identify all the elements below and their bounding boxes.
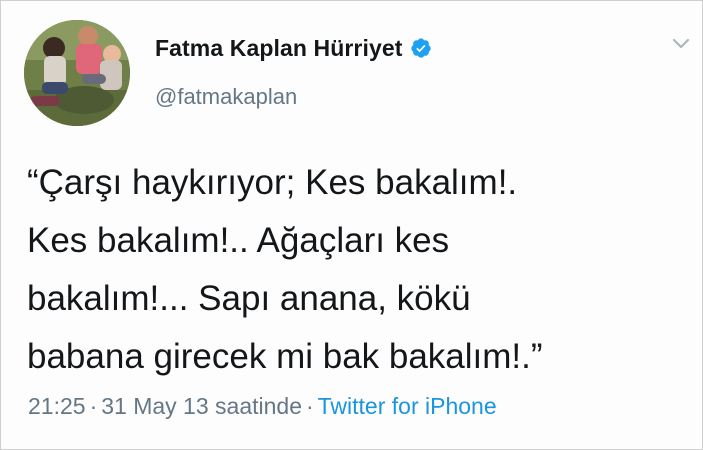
tweet-text: “Çarşı haykırıyor; Kes bakalım!. Kes bak…: [27, 163, 543, 376]
tweet-date[interactable]: 31 May 13 saatinde: [101, 393, 302, 419]
meta-separator: ·: [305, 393, 314, 419]
tweet-card: Fatma Kaplan Hürriyet @fatmakaplan “Çarş…: [0, 0, 701, 448]
author-name-row: Fatma Kaplan Hürriyet: [155, 32, 432, 64]
tweet-metadata: 21:25 · 31 May 13 saatinde · Twitter for iPh…: [28, 393, 497, 420]
chevron-down-icon[interactable]: [672, 38, 690, 50]
display-name[interactable]: Fatma Kaplan Hürriyet: [155, 35, 403, 62]
tweet-source-link[interactable]: Twitter for iPhone: [318, 393, 497, 419]
meta-separator: ·: [89, 393, 98, 419]
username-handle[interactable]: @fatmakaplan: [155, 84, 297, 110]
tweet-time[interactable]: 21:25: [28, 393, 86, 419]
avatar[interactable]: [24, 20, 130, 126]
verified-badge-icon: [410, 38, 431, 58]
avatar-photo: [24, 20, 130, 126]
